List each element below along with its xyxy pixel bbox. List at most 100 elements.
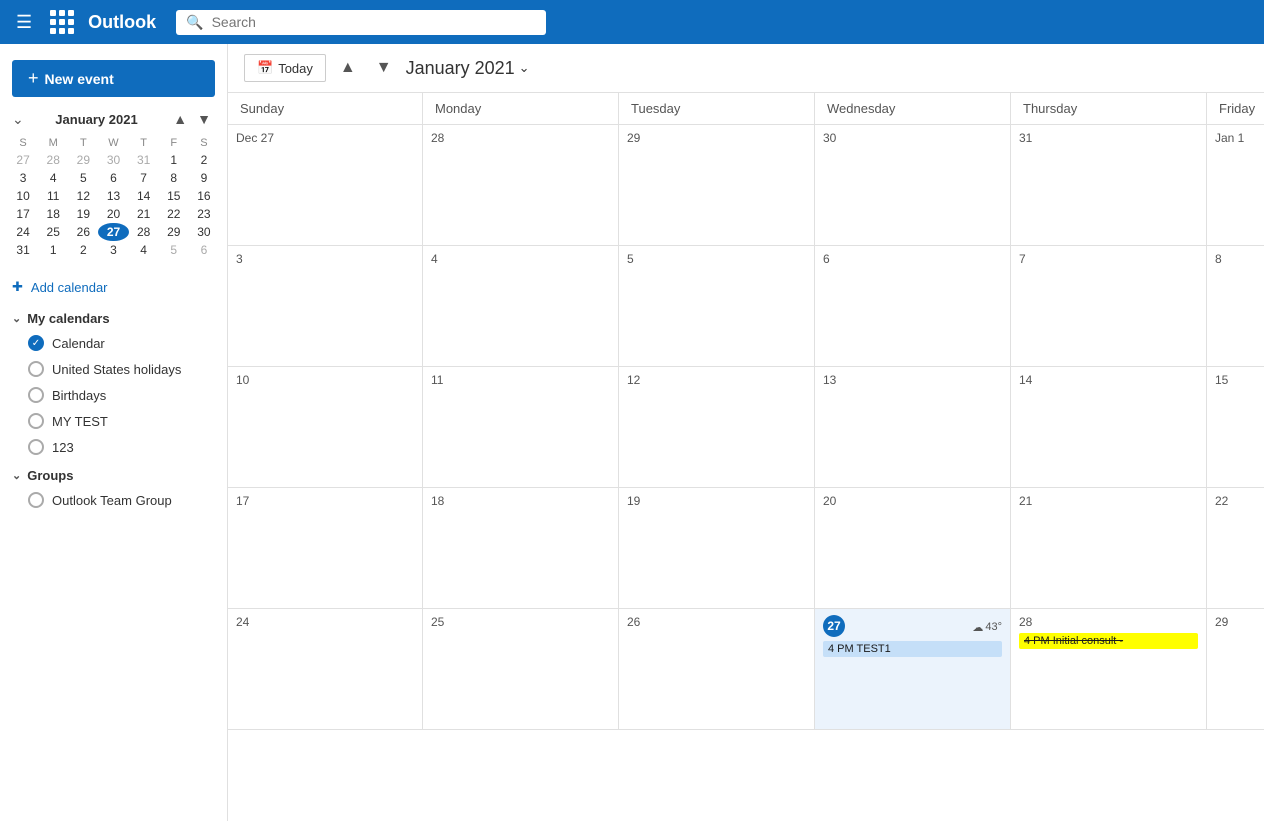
- calendar-cell[interactable]: 28: [423, 125, 619, 245]
- mini-cal-day[interactable]: 27: [98, 223, 128, 241]
- mini-cal-day[interactable]: 28: [38, 151, 68, 169]
- calendar-item[interactable]: MY TEST: [0, 408, 227, 434]
- calendar-cell[interactable]: 20: [815, 488, 1011, 608]
- mini-cal-day[interactable]: 12: [68, 187, 98, 205]
- mini-cal-day[interactable]: 23: [189, 205, 219, 223]
- my-calendars-section[interactable]: ⌄ My calendars: [0, 303, 227, 330]
- mini-cal-day[interactable]: 5: [68, 169, 98, 187]
- mini-cal-day[interactable]: 13: [98, 187, 128, 205]
- calendar-item[interactable]: United States holidays: [0, 356, 227, 382]
- mini-cal-day[interactable]: 17: [8, 205, 38, 223]
- mini-cal-prev-button[interactable]: ▲: [169, 109, 191, 129]
- calendar-cell[interactable]: 284 PM Initial consult -: [1011, 609, 1207, 729]
- mini-cal-day[interactable]: 3: [98, 241, 128, 259]
- mini-cal-day[interactable]: 27: [8, 151, 38, 169]
- calendar-item[interactable]: Birthdays: [0, 382, 227, 408]
- calendar-cell[interactable]: 13: [815, 367, 1011, 487]
- mini-cal-day[interactable]: 1: [159, 151, 189, 169]
- mini-cal-day[interactable]: 28: [129, 223, 159, 241]
- mini-cal-day[interactable]: 18: [38, 205, 68, 223]
- mini-cal-day[interactable]: 4: [129, 241, 159, 259]
- menu-button[interactable]: ☰: [12, 8, 36, 37]
- calendar-cell[interactable]: 8: [1207, 246, 1264, 366]
- calendar-cell[interactable]: 15: [1207, 367, 1264, 487]
- new-event-button[interactable]: + New event: [12, 60, 215, 97]
- mini-cal-day[interactable]: 4: [38, 169, 68, 187]
- calendar-cell[interactable]: 26: [619, 609, 815, 729]
- calendar-cell[interactable]: 25: [423, 609, 619, 729]
- mini-cal-day[interactable]: 25: [38, 223, 68, 241]
- mini-cal-day[interactable]: 14: [129, 187, 159, 205]
- calendar-cell[interactable]: 24: [228, 609, 423, 729]
- calendar-cell[interactable]: 10: [228, 367, 423, 487]
- calendar-cell[interactable]: 7: [1011, 246, 1207, 366]
- calendar-event[interactable]: 4 PM Initial consult -: [1019, 633, 1198, 649]
- mini-cal-day[interactable]: 11: [38, 187, 68, 205]
- mini-cal-collapse-icon[interactable]: ⌄: [12, 111, 24, 128]
- mini-cal-day[interactable]: 15: [159, 187, 189, 205]
- calendar-cell[interactable]: 31: [1011, 125, 1207, 245]
- mini-cal-day[interactable]: 22: [159, 205, 189, 223]
- calendar-item[interactable]: 123: [0, 434, 227, 460]
- calendar-cell[interactable]: 14: [1011, 367, 1207, 487]
- calendar-cell[interactable]: 22: [1207, 488, 1264, 608]
- mini-cal-day[interactable]: 2: [68, 241, 98, 259]
- calendar-cell[interactable]: 29: [619, 125, 815, 245]
- group-checkbox[interactable]: [28, 492, 44, 508]
- next-month-button[interactable]: ▼: [370, 55, 398, 81]
- calendar-item[interactable]: ✓Calendar: [0, 330, 227, 356]
- month-title[interactable]: January 2021 ⌄: [406, 58, 530, 79]
- calendar-cell[interactable]: 27☁43°4 PM TEST1: [815, 609, 1011, 729]
- add-calendar-button[interactable]: ✚ Add calendar: [0, 271, 227, 303]
- mini-cal-day[interactable]: 31: [8, 241, 38, 259]
- calendar-event[interactable]: 4 PM TEST1: [823, 641, 1002, 657]
- calendar-cell[interactable]: 18: [423, 488, 619, 608]
- mini-cal-day[interactable]: 30: [98, 151, 128, 169]
- calendar-cell[interactable]: Jan 1: [1207, 125, 1264, 245]
- calendar-checkbox[interactable]: ✓: [28, 335, 44, 351]
- mini-cal-day[interactable]: 6: [98, 169, 128, 187]
- mini-cal-day[interactable]: 29: [159, 223, 189, 241]
- mini-cal-day[interactable]: 24: [8, 223, 38, 241]
- calendar-cell[interactable]: 4: [423, 246, 619, 366]
- mini-cal-day[interactable]: 30: [189, 223, 219, 241]
- mini-cal-day[interactable]: 29: [68, 151, 98, 169]
- mini-cal-day[interactable]: 7: [129, 169, 159, 187]
- mini-cal-day[interactable]: 9: [189, 169, 219, 187]
- group-item[interactable]: Outlook Team Group: [0, 487, 227, 513]
- calendar-cell[interactable]: 21: [1011, 488, 1207, 608]
- today-button[interactable]: 📅 Today: [244, 54, 326, 82]
- calendar-checkbox[interactable]: [28, 413, 44, 429]
- mini-cal-day[interactable]: 5: [159, 241, 189, 259]
- calendar-cell[interactable]: 17: [228, 488, 423, 608]
- search-bar[interactable]: 🔍: [176, 10, 546, 35]
- mini-cal-day[interactable]: 21: [129, 205, 159, 223]
- calendar-checkbox[interactable]: [28, 439, 44, 455]
- calendar-checkbox[interactable]: [28, 361, 44, 377]
- calendar-cell[interactable]: 30: [815, 125, 1011, 245]
- mini-cal-day[interactable]: 10: [8, 187, 38, 205]
- prev-month-button[interactable]: ▲: [334, 55, 362, 81]
- mini-cal-day[interactable]: 20: [98, 205, 128, 223]
- calendar-cell[interactable]: 6: [815, 246, 1011, 366]
- mini-cal-day[interactable]: 1: [38, 241, 68, 259]
- mini-cal-day[interactable]: 19: [68, 205, 98, 223]
- search-input[interactable]: [212, 14, 537, 30]
- calendar-checkbox[interactable]: [28, 387, 44, 403]
- calendar-cell[interactable]: 5: [619, 246, 815, 366]
- waffle-icon[interactable]: [48, 8, 76, 36]
- groups-section[interactable]: ⌄ Groups: [0, 460, 227, 487]
- mini-cal-day[interactable]: 2: [189, 151, 219, 169]
- mini-cal-day[interactable]: 31: [129, 151, 159, 169]
- calendar-cell[interactable]: 29: [1207, 609, 1264, 729]
- mini-cal-day[interactable]: 3: [8, 169, 38, 187]
- calendar-cell[interactable]: 12: [619, 367, 815, 487]
- mini-cal-next-button[interactable]: ▼: [193, 109, 215, 129]
- mini-cal-day[interactable]: 8: [159, 169, 189, 187]
- calendar-cell[interactable]: 11: [423, 367, 619, 487]
- calendar-cell[interactable]: 3: [228, 246, 423, 366]
- mini-cal-day[interactable]: 16: [189, 187, 219, 205]
- calendar-cell[interactable]: Dec 27: [228, 125, 423, 245]
- calendar-cell[interactable]: 19: [619, 488, 815, 608]
- mini-cal-day[interactable]: 6: [189, 241, 219, 259]
